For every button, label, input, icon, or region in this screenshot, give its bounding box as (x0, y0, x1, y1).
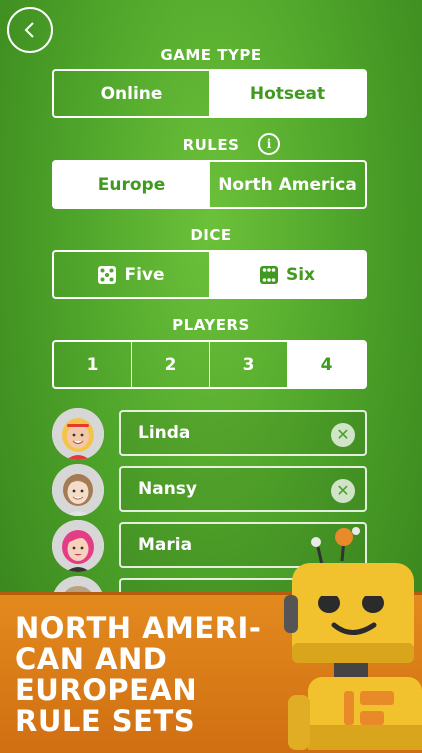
info-icon[interactable]: i (258, 133, 280, 155)
dice-six-option[interactable]: Six (209, 252, 365, 297)
close-icon: ✕ (336, 425, 350, 444)
players-count-3[interactable]: 3 (209, 342, 287, 387)
players-count-selector: 1 2 3 4 (52, 340, 367, 389)
rules-europe-option[interactable]: Europe (54, 162, 209, 207)
dice-title: DICE (190, 226, 232, 244)
players-title: PLAYERS (172, 316, 250, 334)
close-icon: ✕ (336, 481, 350, 500)
promo-line: EUROPEAN (15, 673, 198, 707)
player-row: Linda ✕ (52, 408, 367, 460)
player-row: Nansy ✕ (52, 464, 367, 516)
dice-five-label: Five (124, 264, 165, 285)
die-five-icon (98, 265, 117, 284)
player-avatar[interactable] (52, 408, 104, 460)
players-count-4[interactable]: 4 (287, 342, 365, 387)
avatar-blonde-woman-icon (52, 408, 104, 460)
game-type-title: GAME TYPE (160, 46, 262, 64)
chevron-left-icon (24, 22, 34, 38)
promo-line: NORTH AMERI- (15, 611, 262, 645)
game-type-online-option[interactable]: Online (54, 71, 209, 116)
player-avatar[interactable] (52, 464, 104, 516)
player-name: Linda (138, 423, 191, 443)
player-name-field[interactable]: Nansy ✕ (119, 466, 367, 512)
players-count-1[interactable]: 1 (54, 342, 131, 387)
players-count-2[interactable]: 2 (131, 342, 209, 387)
game-type-hotseat-option[interactable]: Hotseat (209, 71, 365, 116)
player-name: Maria (138, 535, 193, 555)
promo-line: CAN AND (15, 642, 168, 676)
avatar-pink-haired-woman-icon (52, 520, 104, 572)
game-type-selector: Online Hotseat (52, 69, 367, 118)
rules-title: RULES (182, 136, 240, 154)
remove-player-button[interactable]: ✕ (331, 479, 355, 503)
dice-six-label: Six (285, 264, 316, 285)
dice-selector: Five Six (52, 250, 367, 299)
promo-line: RULE SETS (15, 704, 196, 738)
dice-five-option[interactable]: Five (54, 252, 209, 297)
remove-player-button[interactable]: ✕ (331, 423, 355, 447)
rules-north-america-option[interactable]: North America (209, 162, 365, 207)
promo-headline: NORTH AMERI- CAN AND EUROPEAN RULE SETS (15, 613, 275, 737)
robot-mascot-icon (284, 527, 422, 750)
die-six-icon (259, 265, 278, 284)
player-avatar[interactable] (52, 520, 104, 572)
rules-selector: Europe North America (52, 160, 367, 209)
player-name: Nansy (138, 479, 198, 499)
player-name-field[interactable]: Linda ✕ (119, 410, 367, 456)
avatar-brown-haired-woman-icon (52, 464, 104, 516)
